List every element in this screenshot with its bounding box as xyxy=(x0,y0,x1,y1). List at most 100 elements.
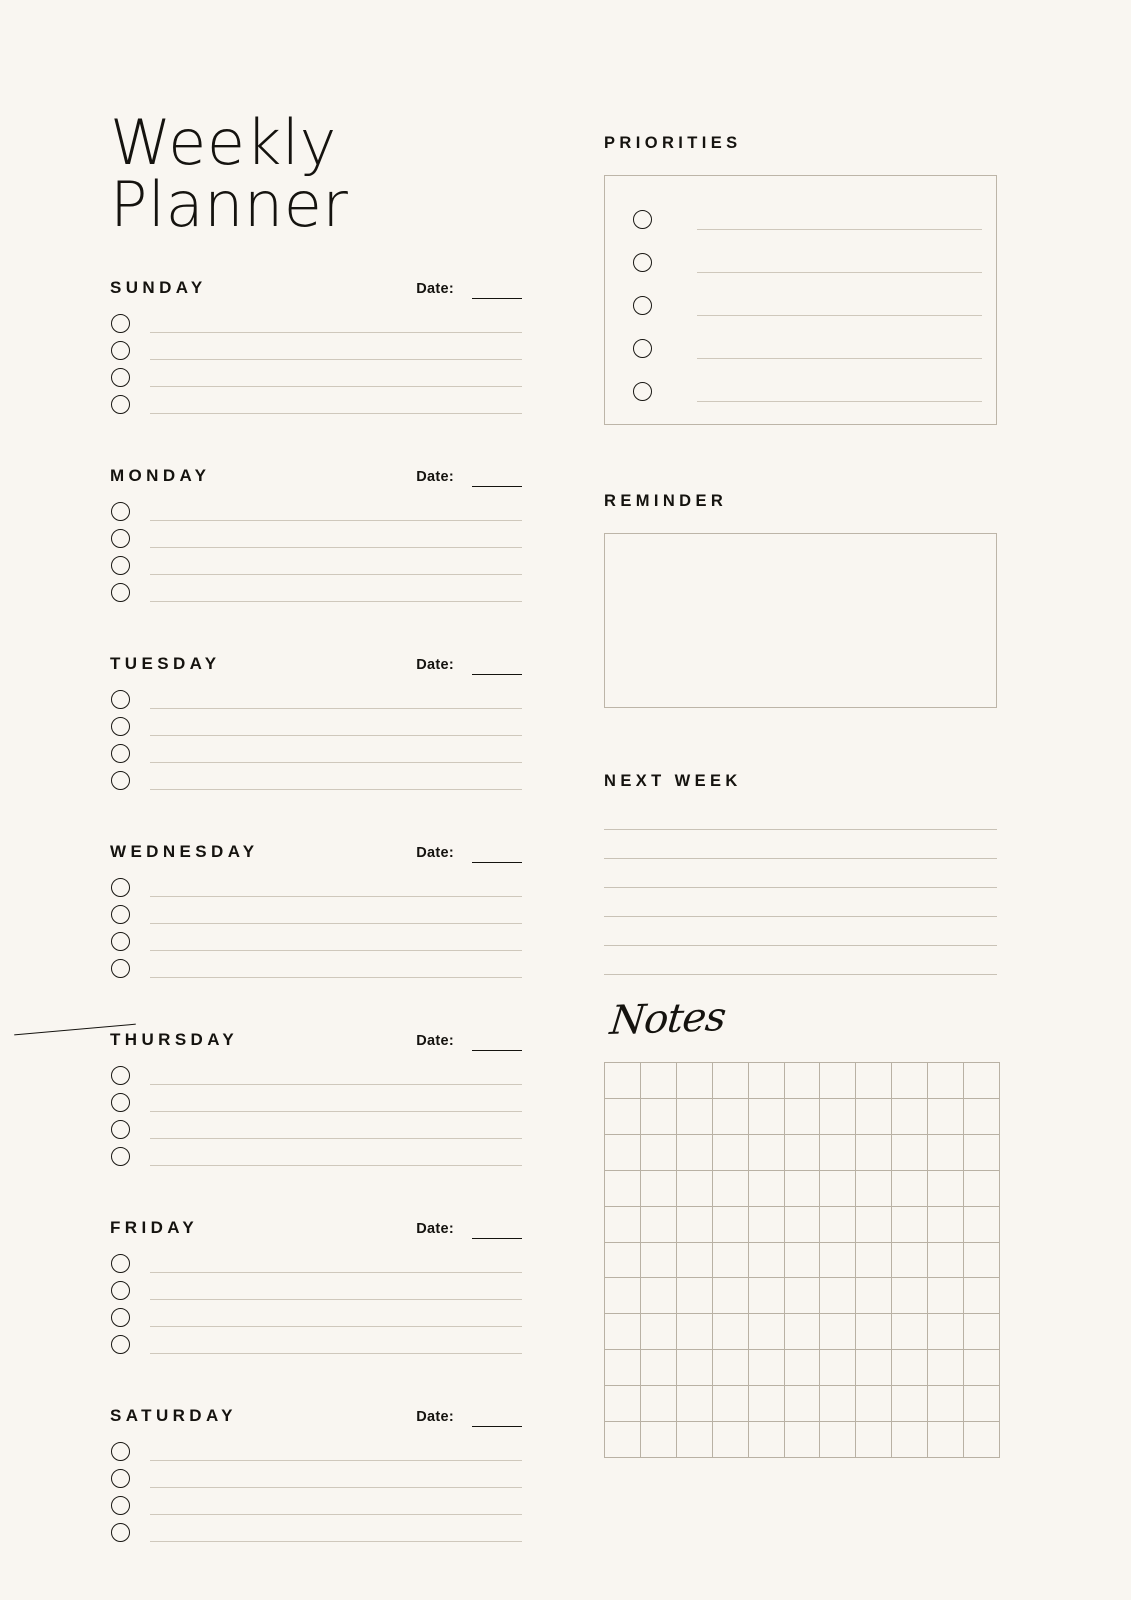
notes-grid-cell[interactable] xyxy=(676,1242,713,1279)
priority-input-line[interactable] xyxy=(697,315,982,316)
notes-grid-cell[interactable] xyxy=(856,1170,893,1207)
checkbox-circle-icon[interactable] xyxy=(111,502,130,521)
checkbox-circle-icon[interactable] xyxy=(111,556,130,575)
notes-grid-cell[interactable] xyxy=(784,1350,821,1387)
notes-grid-cell[interactable] xyxy=(784,1063,821,1099)
notes-grid-cell[interactable] xyxy=(712,1098,749,1135)
next-week-input-line[interactable] xyxy=(604,945,997,946)
task-input-line[interactable] xyxy=(150,574,522,575)
checkbox-circle-icon[interactable] xyxy=(633,382,652,401)
task-input-line[interactable] xyxy=(150,735,522,736)
notes-grid-cell[interactable] xyxy=(820,1098,857,1135)
checkbox-circle-icon[interactable] xyxy=(111,959,130,978)
notes-grid-cell[interactable] xyxy=(712,1386,749,1423)
notes-grid-cell[interactable] xyxy=(640,1134,677,1171)
notes-grid-cell[interactable] xyxy=(964,1350,1000,1387)
notes-grid-cell[interactable] xyxy=(964,1386,1000,1423)
notes-grid-cell[interactable] xyxy=(856,1206,893,1243)
notes-grid-cell[interactable] xyxy=(784,1098,821,1135)
notes-grid-cell[interactable] xyxy=(820,1170,857,1207)
notes-grid-cell[interactable] xyxy=(605,1350,641,1387)
date-input-thursday[interactable] xyxy=(472,1050,522,1051)
notes-grid-cell[interactable] xyxy=(892,1170,929,1207)
notes-grid-cell[interactable] xyxy=(748,1386,785,1423)
notes-grid-cell[interactable] xyxy=(892,1063,929,1099)
notes-grid-cell[interactable] xyxy=(712,1350,749,1387)
notes-grid-cell[interactable] xyxy=(748,1422,785,1458)
notes-grid-cell[interactable] xyxy=(712,1134,749,1171)
notes-grid-cell[interactable] xyxy=(784,1206,821,1243)
notes-grid-cell[interactable] xyxy=(928,1422,965,1458)
task-input-line[interactable] xyxy=(150,332,522,333)
notes-grid-cell[interactable] xyxy=(605,1314,641,1351)
task-input-line[interactable] xyxy=(150,789,522,790)
reminder-textarea[interactable] xyxy=(604,533,997,708)
notes-grid-cell[interactable] xyxy=(640,1170,677,1207)
notes-grid-cell[interactable] xyxy=(856,1278,893,1315)
notes-grid-cell[interactable] xyxy=(964,1098,1000,1135)
notes-grid-cell[interactable] xyxy=(712,1314,749,1351)
notes-grid-cell[interactable] xyxy=(605,1386,641,1423)
task-input-line[interactable] xyxy=(150,950,522,951)
checkbox-circle-icon[interactable] xyxy=(111,1496,130,1515)
notes-grid-cell[interactable] xyxy=(820,1422,857,1458)
checkbox-circle-icon[interactable] xyxy=(111,1254,130,1273)
notes-grid-cell[interactable] xyxy=(640,1206,677,1243)
notes-grid-cell[interactable] xyxy=(928,1063,965,1099)
checkbox-circle-icon[interactable] xyxy=(111,1442,130,1461)
notes-grid-cell[interactable] xyxy=(676,1314,713,1351)
task-input-line[interactable] xyxy=(150,413,522,414)
notes-grid-cell[interactable] xyxy=(712,1422,749,1458)
notes-grid-cell[interactable] xyxy=(928,1350,965,1387)
task-input-line[interactable] xyxy=(150,359,522,360)
task-input-line[interactable] xyxy=(150,386,522,387)
notes-grid-cell[interactable] xyxy=(676,1170,713,1207)
task-input-line[interactable] xyxy=(150,896,522,897)
notes-grid-cell[interactable] xyxy=(676,1063,713,1099)
notes-grid-cell[interactable] xyxy=(676,1206,713,1243)
notes-grid-cell[interactable] xyxy=(748,1170,785,1207)
notes-grid-cell[interactable] xyxy=(820,1386,857,1423)
notes-grid-cell[interactable] xyxy=(676,1134,713,1171)
checkbox-circle-icon[interactable] xyxy=(111,1281,130,1300)
notes-grid-cell[interactable] xyxy=(964,1134,1000,1171)
notes-grid-cell[interactable] xyxy=(605,1098,641,1135)
checkbox-circle-icon[interactable] xyxy=(111,878,130,897)
notes-grid-cell[interactable] xyxy=(640,1098,677,1135)
notes-grid-cell[interactable] xyxy=(964,1278,1000,1315)
notes-grid-cell[interactable] xyxy=(928,1206,965,1243)
date-input-tuesday[interactable] xyxy=(472,674,522,675)
task-input-line[interactable] xyxy=(150,1165,522,1166)
date-input-monday[interactable] xyxy=(472,486,522,487)
task-input-line[interactable] xyxy=(150,520,522,521)
notes-grid-cell[interactable] xyxy=(928,1386,965,1423)
checkbox-circle-icon[interactable] xyxy=(111,1066,130,1085)
checkbox-circle-icon[interactable] xyxy=(633,339,652,358)
notes-grid-cell[interactable] xyxy=(640,1278,677,1315)
notes-grid-cell[interactable] xyxy=(892,1278,929,1315)
notes-grid-cell[interactable] xyxy=(892,1422,929,1458)
checkbox-circle-icon[interactable] xyxy=(111,368,130,387)
notes-grid-cell[interactable] xyxy=(928,1098,965,1135)
notes-grid-cell[interactable] xyxy=(892,1314,929,1351)
task-input-line[interactable] xyxy=(150,1111,522,1112)
priority-input-line[interactable] xyxy=(697,229,982,230)
checkbox-circle-icon[interactable] xyxy=(111,932,130,951)
next-week-input-line[interactable] xyxy=(604,916,997,917)
checkbox-circle-icon[interactable] xyxy=(111,1469,130,1488)
checkbox-circle-icon[interactable] xyxy=(111,1523,130,1542)
notes-grid-cell[interactable] xyxy=(784,1134,821,1171)
notes-grid-cell[interactable] xyxy=(748,1206,785,1243)
notes-grid-cell[interactable] xyxy=(748,1314,785,1351)
checkbox-circle-icon[interactable] xyxy=(111,341,130,360)
notes-grid-cell[interactable] xyxy=(640,1063,677,1099)
date-input-saturday[interactable] xyxy=(472,1426,522,1427)
checkbox-circle-icon[interactable] xyxy=(633,253,652,272)
notes-grid[interactable] xyxy=(604,1062,1000,1458)
checkbox-circle-icon[interactable] xyxy=(633,210,652,229)
notes-grid-cell[interactable] xyxy=(856,1134,893,1171)
notes-grid-cell[interactable] xyxy=(964,1422,1000,1458)
date-input-sunday[interactable] xyxy=(472,298,522,299)
notes-grid-cell[interactable] xyxy=(712,1206,749,1243)
notes-grid-cell[interactable] xyxy=(820,1206,857,1243)
